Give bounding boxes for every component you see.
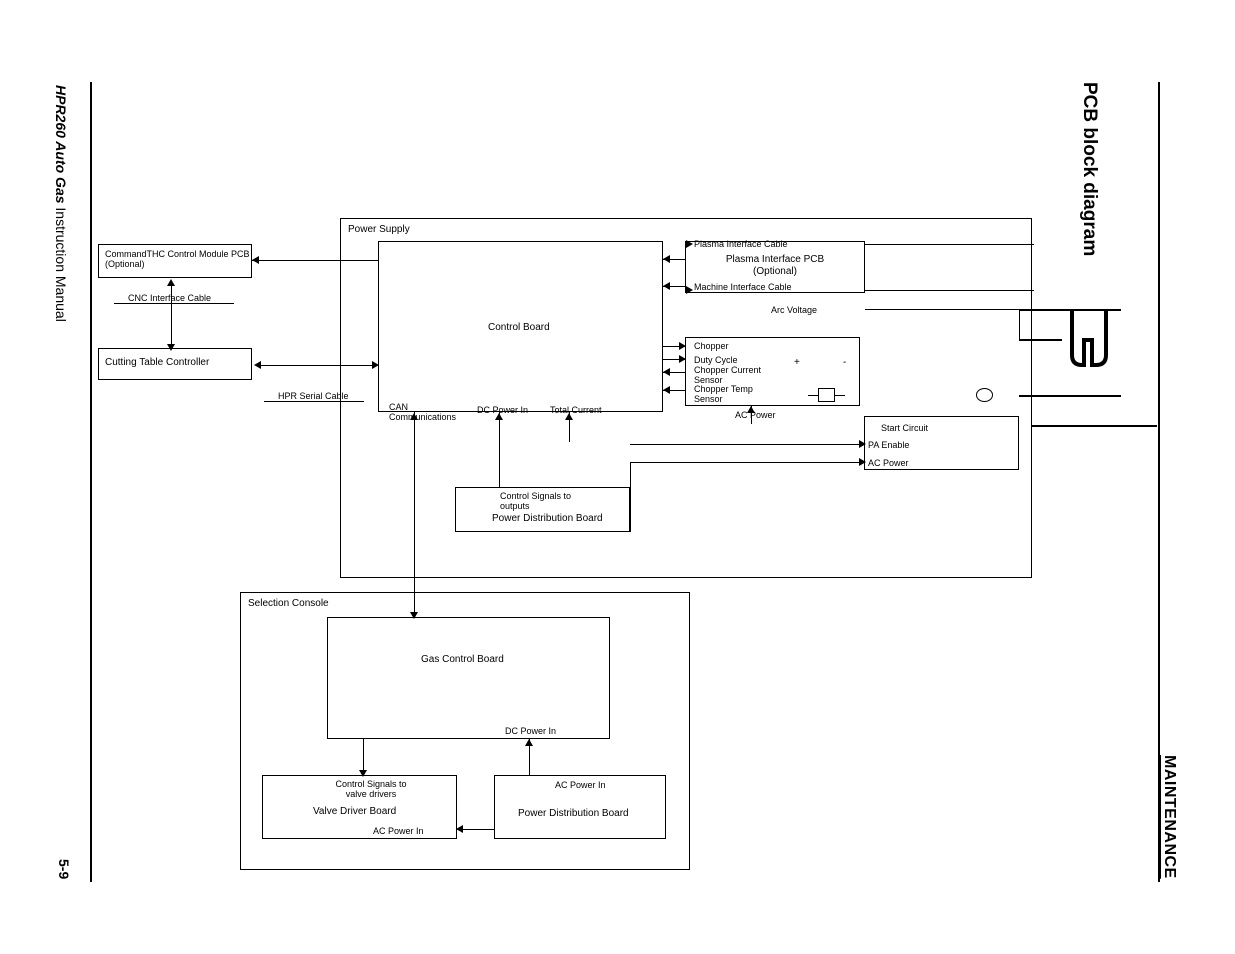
gas-control-board-label: Gas Control Board bbox=[421, 654, 504, 666]
section-header: MAINTENANCE bbox=[1160, 755, 1178, 879]
arr5b2 bbox=[679, 355, 686, 363]
valve-driver-label: Valve Driver Board bbox=[313, 806, 396, 818]
conn6 bbox=[414, 412, 415, 617]
right-symbol bbox=[976, 388, 993, 402]
minus-sign: - bbox=[843, 357, 846, 369]
arr12a bbox=[686, 240, 693, 248]
conn1 bbox=[252, 260, 378, 261]
page-title: PCB block diagram bbox=[1078, 82, 1100, 256]
control-board-label: Control Board bbox=[488, 322, 550, 334]
ext-line2 bbox=[1019, 339, 1062, 341]
chopper-symbol bbox=[818, 388, 835, 402]
arr7 bbox=[495, 413, 503, 420]
ac-power-in-label: AC Power In bbox=[373, 826, 424, 836]
footer-suffix: Instruction Manual bbox=[53, 204, 69, 322]
arr3b bbox=[372, 361, 379, 369]
arr6a bbox=[410, 413, 418, 420]
torch-icon bbox=[1062, 300, 1122, 380]
footer-bold: HPR260 Auto Gas bbox=[53, 85, 69, 204]
arr6b bbox=[410, 612, 418, 619]
total-current-label: Total Current bbox=[550, 405, 602, 415]
arc-v bbox=[1019, 309, 1020, 339]
ext-line4 bbox=[1032, 425, 1157, 427]
ac-power-label: AC Power bbox=[735, 410, 776, 420]
page-number: 5-9 bbox=[56, 859, 72, 879]
ac-power-in2-label: AC Power In bbox=[555, 780, 606, 790]
arr4 bbox=[663, 255, 670, 263]
cnc-cable-label: CNC Interface Cable bbox=[128, 293, 211, 303]
arc-voltage-label: Arc Voltage bbox=[771, 305, 817, 315]
ext-line1 bbox=[1019, 309, 1121, 311]
selection-console-label: Selection Console bbox=[248, 598, 329, 610]
conn14 bbox=[630, 462, 864, 463]
sym-line2 bbox=[835, 395, 845, 396]
gas-control-board-box bbox=[327, 617, 610, 739]
power-supply-label: Power Supply bbox=[348, 224, 410, 236]
arr5c bbox=[663, 368, 670, 376]
arr4b bbox=[663, 282, 670, 290]
conn12a bbox=[865, 244, 1034, 245]
ac-power2-label: AC Power bbox=[868, 458, 909, 468]
conn2 bbox=[171, 282, 172, 346]
footer-left: HPR260 Auto Gas Instruction Manual bbox=[53, 85, 69, 322]
plasma-cable-label: Plasma Interface Cable bbox=[694, 239, 788, 249]
arr13 bbox=[859, 440, 866, 448]
ctrl-signals-out-label: Control Signals to outputs bbox=[500, 491, 600, 512]
chopper-current-label: Chopper Current Sensor bbox=[694, 365, 774, 386]
cnc-underline bbox=[114, 303, 234, 304]
plus-sign: + bbox=[794, 357, 800, 369]
pdb-label: Power Distribution Board bbox=[492, 513, 603, 525]
command-thc-label: CommandTHC Control Module PCB (Optional) bbox=[105, 249, 250, 270]
hpr-serial-label: HPR Serial Cable bbox=[278, 391, 349, 401]
start-circuit-label: Start Circuit bbox=[881, 423, 928, 433]
arr14 bbox=[859, 458, 866, 466]
duty-cycle-label: Duty Cycle bbox=[694, 355, 738, 365]
hpr-underline bbox=[264, 401, 364, 402]
dc-power-in2-label: DC Power In bbox=[505, 726, 556, 736]
conn13 bbox=[630, 444, 864, 445]
conn7 bbox=[499, 412, 500, 487]
arr-ac-chop bbox=[747, 406, 755, 413]
plasma-pcb-label: Plasma Interface PCB (Optional) bbox=[705, 254, 845, 277]
arr12b bbox=[686, 286, 693, 294]
arr3a bbox=[254, 361, 261, 369]
arr9 bbox=[525, 739, 533, 746]
pdb2-label: Power Distribution Board bbox=[518, 808, 629, 820]
can-comms-label: CAN Communications bbox=[389, 402, 459, 423]
left-frame bbox=[90, 82, 92, 882]
arr2b bbox=[167, 344, 175, 351]
arc-line bbox=[865, 309, 1019, 310]
arr10 bbox=[359, 770, 367, 777]
chopper-label: Chopper bbox=[694, 341, 729, 351]
arr2a bbox=[167, 279, 175, 286]
machine-cable-label: Machine Interface Cable bbox=[694, 282, 792, 292]
ctrl-signals-valve-label: Control Signals to valve drivers bbox=[326, 779, 416, 800]
chopper-temp-label: Chopper Temp Sensor bbox=[694, 384, 774, 405]
arr5d bbox=[663, 386, 670, 394]
cutting-table-label: Cutting Table Controller bbox=[105, 357, 209, 369]
conn12b bbox=[865, 290, 1034, 291]
arr8 bbox=[565, 413, 573, 420]
page: MAINTENANCE PCB block diagram HPR260 Aut… bbox=[0, 0, 1235, 954]
arr1 bbox=[252, 256, 259, 264]
conn3 bbox=[259, 365, 375, 366]
ext-line3 bbox=[1019, 395, 1121, 397]
pa-enable-label: PA Enable bbox=[868, 440, 909, 450]
conn15 bbox=[630, 462, 631, 532]
arr5a bbox=[679, 342, 686, 350]
sym-line1 bbox=[808, 395, 818, 396]
arr11 bbox=[456, 825, 463, 833]
